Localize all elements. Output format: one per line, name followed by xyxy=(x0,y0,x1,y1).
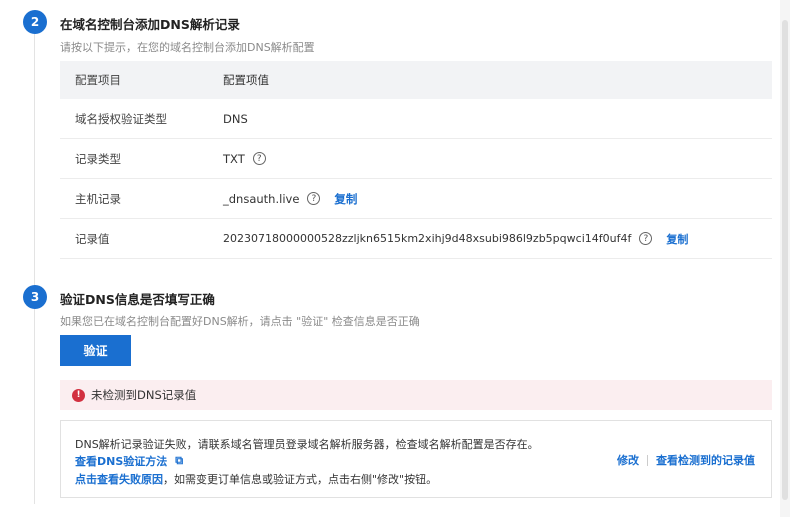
help-icon[interactable]: ? xyxy=(252,152,266,165)
dns-method-link-label[interactable]: 查看DNS验证方法 xyxy=(75,453,167,469)
row-label: 域名授权验证类型 xyxy=(75,111,167,126)
error-alert-text: 未检测到DNS记录值 xyxy=(91,388,197,402)
action-divider xyxy=(647,454,648,466)
step-2-title: 在域名控制台添加DNS解析记录 xyxy=(60,17,240,32)
info-actions: 修改 查看检测到的记录值 xyxy=(617,452,755,468)
failure-reason-link[interactable]: 点击查看失败原因 xyxy=(75,473,163,486)
table-row-auth-type: 域名授权验证类型 DNS xyxy=(60,99,772,139)
copy-host-record-link[interactable]: 复制 xyxy=(334,191,357,207)
step-2-description: 请按以下提示，在您的域名控制台添加DNS解析配置 xyxy=(60,41,315,54)
failure-reason-hint: ，如需变更订单信息或验证方式，点击右侧"修改"按钮。 xyxy=(163,473,438,486)
scrollbar-thumb[interactable] xyxy=(782,20,788,500)
failure-message: DNS解析记录验证失败，请联系域名管理员登录域名解析服务器，检查域名解析配置是否… xyxy=(75,438,539,451)
failure-reason-line: 点击查看失败原因，如需变更订单信息或验证方式，点击右侧"修改"按钮。 xyxy=(75,471,437,487)
error-icon: ! xyxy=(72,388,85,402)
step-2-badge: 2 xyxy=(23,10,47,34)
help-icon[interactable]: ? xyxy=(639,232,653,245)
dns-config-table: 配置项目 配置项值 域名授权验证类型 DNS 记录类型 TXT ? 主机记录 _… xyxy=(60,61,772,259)
step-3-badge: 3 xyxy=(23,285,47,309)
row-value: _dnsauth.live xyxy=(223,191,300,206)
table-header-row: 配置项目 配置项值 xyxy=(60,61,772,99)
row-label: 记录类型 xyxy=(75,151,121,166)
copy-record-value-link[interactable]: 复制 xyxy=(666,231,688,247)
row-value: DNS xyxy=(223,111,248,126)
row-label: 主机记录 xyxy=(75,191,121,206)
header-config-value: 配置项值 xyxy=(223,73,269,87)
view-detected-record-link[interactable]: 查看检测到的记录值 xyxy=(656,452,755,468)
row-value: TXT xyxy=(223,151,245,166)
table-row-host-record: 主机记录 _dnsauth.live ? 复制 xyxy=(60,179,772,219)
error-alert: ! 未检测到DNS记录值 xyxy=(60,380,772,410)
verify-button[interactable]: 验证 xyxy=(60,335,131,366)
step-3-description: 如果您已在域名控制台配置好DNS解析，请点击 "验证" 检查信息是否正确 xyxy=(60,315,420,328)
row-value: 20230718000000528zzljkn6515km2xihj9d48xs… xyxy=(223,232,632,245)
verification-info-box: DNS解析记录验证失败，请联系域名管理员登录域名解析服务器，检查域名解析配置是否… xyxy=(60,420,772,498)
step-3-title: 验证DNS信息是否填写正确 xyxy=(60,292,215,307)
dns-method-link[interactable]: 查看DNS验证方法 ⧉ xyxy=(75,453,183,469)
row-label: 记录值 xyxy=(75,231,110,246)
timeline-line xyxy=(34,34,35,504)
help-icon[interactable]: ? xyxy=(307,192,321,205)
table-row-record-type: 记录类型 TXT ? xyxy=(60,139,772,179)
external-link-icon[interactable]: ⧉ xyxy=(175,454,183,468)
table-row-record-value: 记录值 20230718000000528zzljkn6515km2xihj9d… xyxy=(60,219,772,259)
vertical-scrollbar[interactable] xyxy=(780,0,790,517)
header-config-item: 配置项目 xyxy=(75,73,121,87)
edit-link[interactable]: 修改 xyxy=(617,452,639,468)
